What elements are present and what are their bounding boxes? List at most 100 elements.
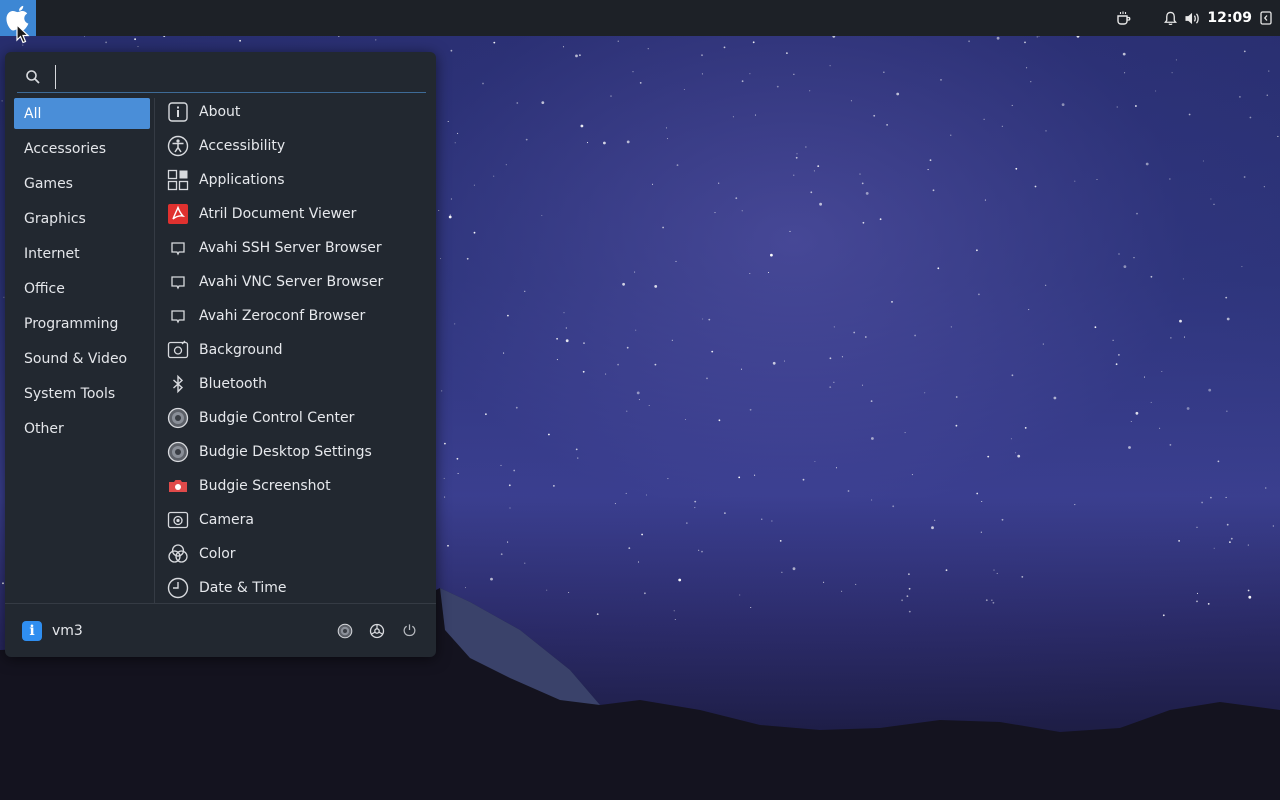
power-button[interactable] xyxy=(398,620,420,642)
app-label: Bluetooth xyxy=(199,376,267,392)
star xyxy=(805,146,807,148)
star xyxy=(892,505,895,508)
star xyxy=(1169,444,1172,446)
star xyxy=(1186,407,1190,410)
app-avahi-ssh-server-browser[interactable]: Avahi SSH Server Browser xyxy=(165,231,431,265)
app-camera[interactable]: Camera xyxy=(165,503,431,537)
star xyxy=(847,490,850,492)
star xyxy=(513,469,516,472)
category-other[interactable]: Other xyxy=(14,413,150,444)
star xyxy=(641,533,643,536)
app-atril-document-viewer[interactable]: Atril Document Viewer xyxy=(165,197,431,231)
app-date-time[interactable]: Date & Time xyxy=(165,571,431,604)
footer-actions xyxy=(324,620,436,642)
star xyxy=(1175,59,1177,61)
star xyxy=(891,301,893,303)
star xyxy=(553,485,555,487)
category-internet[interactable]: Internet xyxy=(14,238,150,269)
star xyxy=(1030,81,1032,83)
star xyxy=(950,134,952,136)
category-accessories[interactable]: Accessories xyxy=(14,133,150,164)
star xyxy=(1036,36,1038,38)
user-name[interactable]: vm3 xyxy=(52,623,83,639)
app-about[interactable]: About xyxy=(165,95,431,129)
star xyxy=(940,79,942,81)
star xyxy=(1263,186,1265,188)
star xyxy=(1170,337,1172,339)
star xyxy=(1133,257,1135,259)
star xyxy=(444,442,446,445)
category-system-tools[interactable]: System Tools xyxy=(14,378,150,409)
star xyxy=(683,88,685,91)
app-budgie-control-center[interactable]: Budgie Control Center xyxy=(165,401,431,435)
star xyxy=(1150,275,1153,278)
raven-toggle-button[interactable] xyxy=(1258,0,1274,36)
budgie-settings-button[interactable] xyxy=(334,620,356,642)
star xyxy=(1213,547,1215,549)
star xyxy=(457,132,459,134)
app-bluetooth[interactable]: Bluetooth xyxy=(165,367,431,401)
volume-button[interactable] xyxy=(1181,0,1203,36)
category-sound-video[interactable]: Sound & Video xyxy=(14,343,150,374)
clock[interactable]: 12:09 xyxy=(1203,0,1258,36)
star xyxy=(449,214,451,216)
star xyxy=(740,368,743,370)
notification-button[interactable] xyxy=(1159,0,1181,36)
budgie-settings-icon xyxy=(167,441,189,463)
background-icon xyxy=(167,339,189,361)
system-settings-button[interactable] xyxy=(366,620,388,642)
star xyxy=(723,46,726,49)
star xyxy=(1017,454,1021,458)
star xyxy=(439,258,442,260)
star xyxy=(1026,67,1028,69)
app-budgie-screenshot[interactable]: Budgie Screenshot xyxy=(165,469,431,503)
star xyxy=(1096,178,1098,181)
star xyxy=(833,381,835,383)
star xyxy=(662,226,664,229)
star xyxy=(819,202,822,206)
star xyxy=(911,474,913,476)
app-budgie-desktop-settings[interactable]: Budgie Desktop Settings xyxy=(165,435,431,469)
star xyxy=(1061,103,1065,106)
app-list: About Accessibility Applications Atril D… xyxy=(165,95,431,604)
app-color[interactable]: Color xyxy=(165,537,431,571)
user-avatar[interactable]: i xyxy=(22,620,42,641)
star xyxy=(645,494,648,496)
category-games[interactable]: Games xyxy=(14,168,150,199)
star xyxy=(1001,518,1004,521)
window-icon xyxy=(167,271,189,293)
search-input[interactable] xyxy=(55,65,422,89)
category-label: Programming xyxy=(24,315,119,332)
category-label: Sound & Video xyxy=(24,350,128,367)
caffeine-applet[interactable] xyxy=(1111,0,1137,36)
app-avahi-vnc-server-browser[interactable]: Avahi VNC Server Browser xyxy=(165,265,431,299)
star xyxy=(813,170,815,172)
category-graphics[interactable]: Graphics xyxy=(14,203,150,234)
star xyxy=(738,476,741,479)
app-avahi-zeroconf-browser[interactable]: Avahi Zeroconf Browser xyxy=(165,299,431,333)
star xyxy=(563,312,565,314)
category-all[interactable]: All xyxy=(14,98,150,129)
star xyxy=(575,448,578,451)
star xyxy=(454,142,456,144)
app-accessibility[interactable]: Accessibility xyxy=(165,129,431,163)
star xyxy=(1128,446,1131,449)
star xyxy=(671,339,673,341)
star xyxy=(485,413,487,416)
category-office[interactable]: Office xyxy=(14,273,150,304)
star xyxy=(1247,544,1249,546)
app-label: Atril Document Viewer xyxy=(199,206,357,222)
star xyxy=(955,424,958,427)
star xyxy=(493,41,496,44)
app-background[interactable]: Background xyxy=(165,333,431,367)
app-applications[interactable]: Applications xyxy=(165,163,431,197)
star xyxy=(500,464,502,466)
app-label: Budgie Desktop Settings xyxy=(199,444,372,460)
star xyxy=(626,410,628,412)
category-programming[interactable]: Programming xyxy=(14,308,150,339)
star xyxy=(829,386,832,388)
star xyxy=(1178,540,1180,542)
star xyxy=(896,92,900,96)
star xyxy=(1225,296,1228,299)
star xyxy=(1116,106,1118,108)
